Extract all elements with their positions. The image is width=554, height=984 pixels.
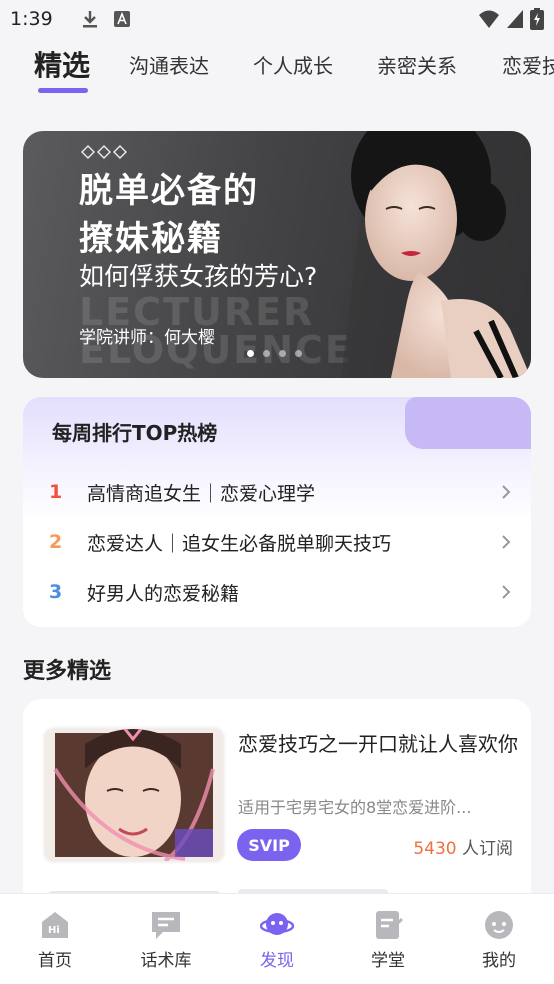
rank-title: 高情商追女生｜恋爱心理学: [87, 482, 316, 505]
banner-woman-portrait-image: [341, 131, 531, 378]
tab-communication[interactable]: 沟通表达: [129, 50, 209, 79]
chat-bubble-icon: [152, 912, 180, 939]
banner-title: 脱单必备的 撩妹秘籍: [79, 171, 259, 259]
rank-title: 好男人的恋爱秘籍: [87, 582, 240, 605]
banner-dot-2[interactable]: [263, 350, 270, 357]
ranking-item-2[interactable]: 2 恋爱达人｜追女生必备脱单聊天技巧: [23, 524, 531, 560]
rank-title: 恋爱达人｜追女生必备脱单聊天技巧: [87, 532, 392, 555]
diamonds-decoration-icon: [81, 145, 127, 159]
nav-label: 学堂: [371, 951, 405, 971]
tab-love-skills[interactable]: 恋爱技: [502, 50, 554, 79]
ranking-list: 1 高情商追女生｜恋爱心理学 2 恋爱达人｜追女生必备脱单聊天技巧 3 好男人的…: [23, 457, 531, 627]
notebook-icon: [376, 911, 404, 939]
promo-banner[interactable]: LECTURER ELOQUENCE 脱单必备的 撩妹秘籍 如何俘获女孩的芳心?…: [23, 131, 531, 378]
status-bar: 1:39: [0, 0, 554, 38]
nav-label: 话术库: [140, 951, 192, 971]
subscriber-suffix: 人订阅: [456, 839, 513, 859]
nav-label: 我的: [482, 951, 516, 971]
banner-lecturer: 学院讲师：何大樱: [79, 328, 215, 348]
chevron-right-icon: [502, 535, 511, 549]
tab-intimate-relationship[interactable]: 亲密关系: [377, 50, 457, 79]
battery-charging-icon: [530, 8, 544, 30]
signal-icon: [507, 10, 523, 28]
banner-pagination: [247, 350, 302, 357]
rank-number: 3: [49, 581, 63, 603]
keyboard-a-icon: [113, 11, 130, 27]
tab-personal-growth[interactable]: 个人成长: [253, 50, 333, 79]
nav-academy[interactable]: 学堂: [348, 908, 428, 971]
ranking-header-decoration: [405, 397, 531, 449]
planet-icon: [260, 913, 294, 935]
status-time: 1:39: [10, 8, 53, 30]
bottom-navigation: Hi 首页 话术库 发现 学堂 我的: [0, 893, 554, 984]
nav-label: 首页: [38, 951, 72, 971]
chevron-right-icon: [502, 485, 511, 499]
rank-number: 1: [49, 481, 63, 503]
tab-featured[interactable]: 精选: [34, 44, 90, 84]
wifi-icon: [479, 10, 499, 28]
svg-text:Hi: Hi: [48, 925, 60, 936]
ranking-item-3[interactable]: 3 好男人的恋爱秘籍: [23, 574, 531, 610]
nav-mine[interactable]: 我的: [459, 908, 539, 971]
course-description: 适用于宅男宅女的8堂恋爱进阶...: [238, 798, 472, 817]
svip-badge: SVIP: [237, 829, 301, 861]
home-hi-icon: Hi: [42, 912, 68, 938]
ranking-title: 每周排行TOP热榜: [52, 421, 218, 445]
banner-subtitle: 如何俘获女孩的芳心?: [79, 262, 318, 291]
download-icon: [82, 11, 97, 28]
banner-dot-3[interactable]: [279, 350, 286, 357]
active-tab-indicator: [38, 88, 88, 93]
subscriber-count: 5430 人订阅: [413, 834, 513, 859]
nav-discover[interactable]: 发现: [237, 908, 317, 971]
course-title: 恋爱技巧之一开口就让人喜欢你: [238, 732, 518, 756]
banner-dot-4[interactable]: [295, 350, 302, 357]
course-thumbnail-image: [45, 729, 223, 861]
nav-label: 发现: [260, 951, 294, 971]
nav-phrases[interactable]: 话术库: [126, 908, 206, 971]
ranking-item-1[interactable]: 1 高情商追女生｜恋爱心理学: [23, 474, 531, 510]
subscriber-number: 5430: [413, 839, 457, 859]
nav-home[interactable]: Hi 首页: [15, 908, 95, 971]
weekly-ranking-panel: 每周排行TOP热榜 1 高情商追女生｜恋爱心理学 2 恋爱达人｜追女生必备脱单聊…: [23, 397, 531, 627]
chevron-right-icon: [502, 585, 511, 599]
rank-number: 2: [49, 531, 63, 553]
user-face-icon: [485, 911, 513, 939]
more-featured-heading: 更多精选: [23, 659, 112, 684]
banner-dot-1[interactable]: [247, 350, 254, 357]
